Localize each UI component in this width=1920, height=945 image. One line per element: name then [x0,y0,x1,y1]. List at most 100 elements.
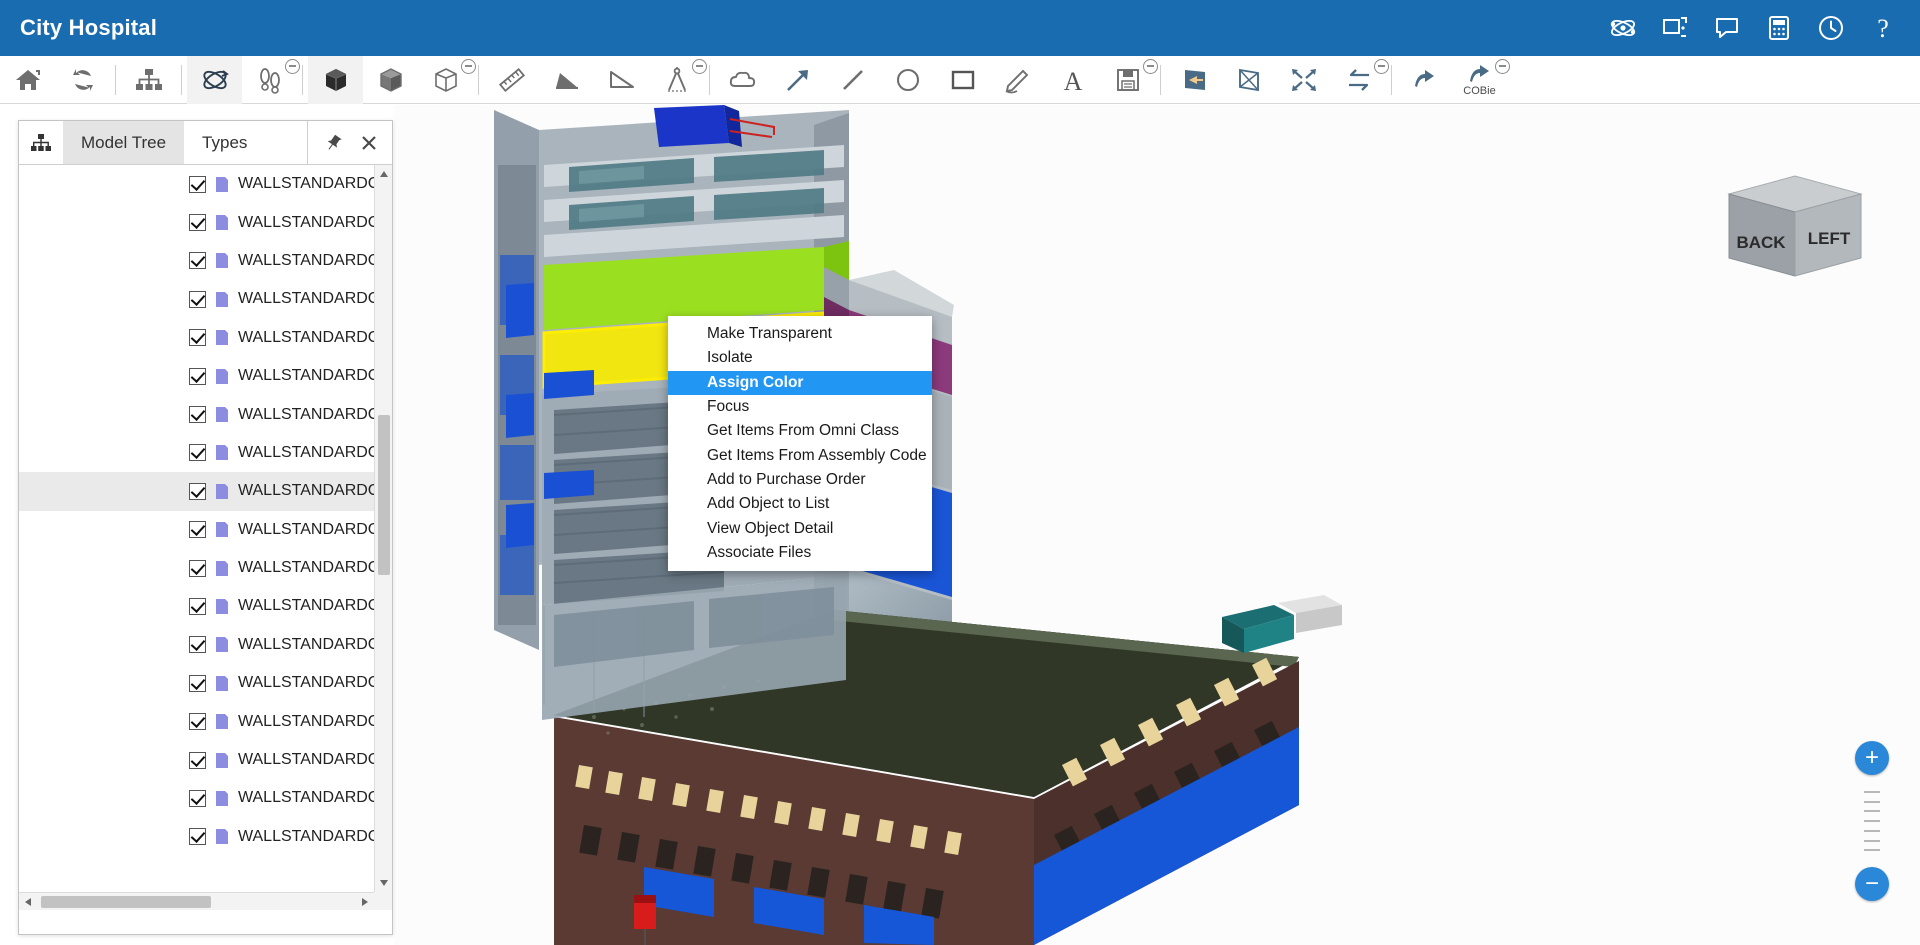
close-panel-button[interactable] [360,134,378,152]
tree-row[interactable]: WALLSTANDARDCAS [19,626,374,664]
ctx-add-object-to-list[interactable]: Add Object to List [668,492,932,516]
tree-row[interactable]: WALLSTANDARDCAS [19,242,374,280]
tree-vertical-scrollbar[interactable] [374,165,392,892]
hierarchy-button[interactable] [121,56,176,104]
help-icon[interactable]: ? [1868,13,1898,43]
clip-plane-button[interactable] [1221,56,1276,104]
markup-freehand-button[interactable] [990,56,1045,104]
scroll-right-button[interactable] [356,893,374,910]
ctx-assign-color[interactable]: Assign Color [668,370,932,395]
dropdown-badge-icon[interactable] [1495,58,1510,74]
tree-row-checkbox[interactable] [189,521,206,539]
measure-angle-button[interactable] [539,56,594,104]
shaded-shading-button[interactable] [363,56,418,104]
tree-row-checkbox[interactable] [189,290,206,308]
tree-row[interactable]: WALLSTANDARDCAS [19,280,374,318]
zoom-control[interactable]: + − [1852,741,1892,901]
tree-row-checkbox[interactable] [189,636,206,654]
tree-row[interactable]: WALLSTANDARDCAS [19,319,374,357]
dropdown-badge-icon[interactable] [1374,58,1389,74]
solid-shading-button[interactable] [308,55,363,104]
crop-frame-icon[interactable] [1660,13,1690,43]
ctx-view-object-detail[interactable]: View Object Detail [668,516,932,540]
tree-row-checkbox[interactable] [189,367,206,385]
ctx-get-items-omni-class[interactable]: Get Items From Omni Class [668,419,932,443]
pin-panel-button[interactable] [324,134,342,152]
wireframe-shading-button[interactable] [418,56,476,104]
tree-row-checkbox[interactable] [189,175,206,193]
ctx-isolate[interactable]: Isolate [668,346,932,370]
tree-row-checkbox[interactable] [189,674,206,692]
markup-circle-button[interactable] [880,56,935,104]
tree-row-checkbox[interactable] [189,482,206,500]
compass-button[interactable] [649,56,707,104]
home-button[interactable] [0,56,55,104]
molecule-icon[interactable] [1608,13,1638,43]
tab-model-tree[interactable]: Model Tree [63,121,185,164]
tree-row-checkbox[interactable] [189,329,206,347]
tree-row[interactable]: WALLSTANDARDCAS [19,587,374,625]
zoom-slider-track[interactable] [1863,783,1881,859]
scroll-up-button[interactable] [375,165,392,183]
dropdown-badge-icon[interactable] [285,58,300,74]
tree-row[interactable]: WALLSTANDARDCAS [19,165,374,203]
save-markup-button[interactable] [1100,56,1158,104]
ifc-export-button[interactable]: COBie [1452,56,1510,104]
ctx-add-to-purchase-order[interactable]: Add to Purchase Order [668,468,932,492]
explode-button[interactable] [1276,56,1331,104]
tree-row[interactable]: WALLSTANDARDCAS [19,434,374,472]
cobie-export-button[interactable] [1397,56,1452,104]
tree-row-checkbox[interactable] [189,444,206,462]
horizontal-scroll-thumb[interactable] [41,896,211,908]
ctx-make-transparent[interactable]: Make Transparent [668,322,932,346]
tree-row[interactable]: WALLSTANDARDCAS [19,472,374,511]
tree-row-checkbox[interactable] [189,751,206,769]
ctx-get-items-assembly-code[interactable]: Get Items From Assembly Code [668,443,932,467]
tree-row[interactable]: WALLSTANDARDCAS [19,549,374,587]
tree-row[interactable]: WALLSTANDARDCAS [19,741,374,779]
tree-horizontal-scrollbar[interactable] [19,892,374,910]
tree-row[interactable]: WALLSTANDARDCAS [19,203,374,241]
tree-row[interactable]: WALLSTANDARDCAS [19,357,374,395]
clock-icon[interactable] [1816,13,1846,43]
markup-line-button[interactable] [825,56,880,104]
swap-button[interactable] [1331,56,1389,104]
tree-row[interactable]: WALLSTANDARDCAS [19,779,374,817]
tree-row-checkbox[interactable] [189,406,206,424]
markup-rectangle-button[interactable] [935,56,990,104]
calculator-icon[interactable] [1764,13,1794,43]
markup-arrow-button[interactable] [770,56,825,104]
tree-row-checkbox[interactable] [189,559,206,577]
tree-item-list[interactable]: WALLSTANDARDCAS WALLSTANDARDCAS WALLSTAN… [19,165,374,892]
walk-button[interactable] [242,56,300,104]
tree-row-checkbox[interactable] [189,828,206,846]
vertical-scroll-thumb[interactable] [378,415,390,575]
model-viewport[interactable] [394,105,1920,945]
context-menu[interactable]: Make Transparent Isolate Assign Color Fo… [668,316,932,571]
markup-text-button[interactable]: A [1045,56,1100,104]
tree-row-checkbox[interactable] [189,713,206,731]
scroll-left-button[interactable] [19,893,37,910]
scroll-down-button[interactable] [375,874,392,892]
tree-row[interactable]: WALLSTANDARDCAS [19,818,374,856]
zoom-in-button[interactable]: + [1855,741,1889,775]
refresh-button[interactable] [55,56,110,104]
tree-row-checkbox[interactable] [189,214,206,232]
tree-row[interactable]: WALLSTANDARDCAS [19,511,374,549]
tab-types[interactable]: Types [184,121,265,164]
tree-row[interactable]: WALLSTANDARDCAS [19,664,374,702]
zoom-out-button[interactable]: − [1855,867,1889,901]
tree-row[interactable]: WALLSTANDARDCAS [19,395,374,433]
view-cube[interactable]: BACK LEFT [1725,172,1865,282]
dropdown-badge-icon[interactable] [461,58,476,74]
measure-area-button[interactable] [594,56,649,104]
orbit-button[interactable] [187,55,242,104]
ctx-focus[interactable]: Focus [668,395,932,419]
comment-icon[interactable] [1712,13,1742,43]
dropdown-badge-icon[interactable] [1143,58,1158,74]
section-plane-button[interactable] [1166,56,1221,104]
markup-cloud-button[interactable] [715,56,770,104]
dropdown-badge-icon[interactable] [692,58,707,74]
measure-distance-button[interactable] [484,56,539,104]
resize-grip[interactable] [374,892,392,910]
